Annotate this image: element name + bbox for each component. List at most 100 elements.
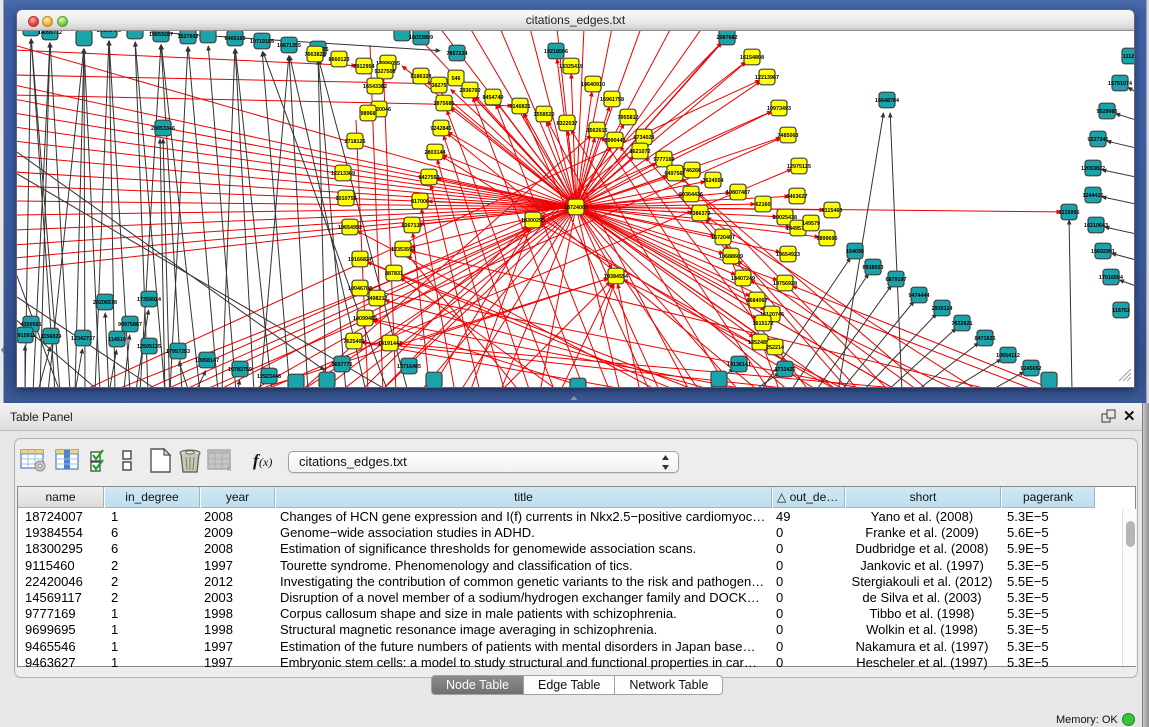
svg-text:12213967: 12213967 [755, 75, 779, 81]
svg-text:116753: 116753 [1112, 308, 1130, 314]
svg-text:3875685: 3875685 [434, 101, 455, 107]
svg-text:10782759: 10782759 [228, 367, 252, 373]
svg-text:90975887: 90975887 [118, 322, 142, 328]
svg-text:1156829: 1156829 [41, 334, 62, 340]
svg-text:8267130: 8267130 [402, 223, 423, 229]
svg-text:13716485: 13716485 [397, 364, 421, 370]
svg-text:14191447: 14191447 [378, 341, 402, 347]
svg-text:98968: 98968 [361, 111, 376, 117]
svg-text:887831: 887831 [385, 271, 403, 277]
svg-text:10958147: 10958147 [195, 358, 219, 364]
svg-text:38275: 38275 [432, 83, 447, 89]
svg-text:8186328: 8186328 [411, 74, 432, 80]
svg-text:16033809: 16033809 [409, 35, 433, 41]
svg-text:746266: 746266 [683, 168, 701, 174]
svg-text:15720407: 15720407 [711, 235, 735, 241]
svg-text:9529986: 9529986 [1097, 109, 1118, 115]
svg-text:12353594: 12353594 [391, 247, 415, 253]
svg-text:9242845: 9242845 [431, 126, 452, 132]
svg-text:3498212: 3498212 [367, 296, 388, 302]
svg-text:7632621: 7632621 [952, 321, 973, 327]
svg-text:10807487: 10807487 [726, 190, 750, 196]
svg-text:14136141: 14136141 [727, 362, 751, 368]
svg-text:9684067: 9684067 [747, 298, 768, 304]
svg-text:17957253: 17957253 [166, 349, 190, 355]
svg-text:10654112: 10654112 [996, 353, 1020, 359]
svg-text:20691406: 20691406 [97, 31, 121, 34]
svg-text:3215955: 3215955 [1059, 210, 1080, 216]
svg-text:16961758: 16961758 [600, 97, 624, 103]
svg-text:18407249: 18407249 [731, 276, 755, 282]
svg-text:10046708: 10046708 [348, 286, 372, 292]
svg-text:1615172: 1615172 [753, 321, 774, 327]
svg-text:20364436: 20364436 [679, 192, 703, 198]
svg-text:6899695: 6899695 [817, 236, 838, 242]
svg-text:18724007: 18724007 [564, 205, 588, 211]
svg-text:1562615: 1562615 [587, 128, 608, 134]
svg-text:8427552: 8427552 [419, 175, 440, 181]
svg-text:20053346: 20053346 [151, 126, 175, 132]
svg-text:817006: 817006 [411, 199, 429, 205]
svg-text:7857234: 7857234 [447, 51, 468, 57]
svg-text:1244415: 1244415 [1083, 193, 1104, 199]
svg-text:9146821: 9146821 [510, 104, 531, 110]
svg-text:17016504: 17016504 [1099, 275, 1123, 281]
svg-text:16210643: 16210643 [1084, 223, 1108, 229]
svg-text:16671355: 16671355 [277, 43, 301, 49]
svg-text:7386372: 7386372 [690, 211, 711, 217]
svg-text:6734028: 6734028 [634, 135, 655, 141]
svg-text:546: 546 [452, 76, 461, 82]
svg-text:20206578: 20206578 [93, 300, 117, 306]
svg-text:2935114: 2935114 [932, 306, 953, 312]
svg-text:6879197: 6879197 [886, 277, 907, 283]
svg-text:10688609: 10688609 [719, 254, 743, 260]
svg-text:18640910: 18640910 [581, 82, 605, 88]
svg-text:7955812: 7955812 [618, 115, 639, 121]
svg-text:7625402: 7625402 [344, 339, 365, 345]
svg-text:12093822: 12093822 [1081, 166, 1105, 172]
svg-text:2087682: 2087682 [717, 35, 738, 41]
svg-text:2803144: 2803144 [425, 150, 446, 156]
svg-text:12975125: 12975125 [787, 164, 811, 170]
svg-text:9327506: 9327506 [375, 69, 396, 75]
svg-text:1621072: 1621072 [630, 149, 651, 155]
svg-text:x: x [227, 463, 232, 473]
svg-text:9245652: 9245652 [1021, 366, 1042, 372]
svg-text:9474444: 9474444 [909, 293, 930, 299]
svg-text:13325419: 13325419 [559, 64, 583, 70]
svg-text:9777169: 9777169 [654, 157, 675, 163]
svg-text:3915911: 3915911 [17, 333, 35, 339]
svg-text:14099485: 14099485 [353, 316, 377, 322]
svg-text:8471626: 8471626 [975, 336, 996, 342]
svg-text:62160: 62160 [756, 202, 771, 208]
svg-text:19166827: 19166827 [348, 257, 372, 263]
svg-text:10653287: 10653287 [149, 32, 173, 38]
svg-text:8938923: 8938923 [863, 265, 884, 271]
svg-text:12505135: 12505135 [137, 344, 161, 350]
svg-text:1733426: 1733426 [775, 367, 796, 373]
svg-text:18300295: 18300295 [521, 218, 545, 224]
svg-text:2718126: 2718126 [345, 139, 366, 145]
svg-text:12213369: 12213369 [331, 171, 355, 177]
svg-text:(x): (x) [259, 455, 272, 469]
svg-text:15692901: 15692901 [1091, 249, 1115, 255]
svg-text:8454749: 8454749 [483, 95, 504, 101]
svg-text:8990443: 8990443 [605, 138, 626, 144]
svg-text:19756928: 19756928 [773, 281, 797, 287]
svg-text:16648784: 16648784 [875, 98, 899, 104]
svg-text:1010755: 1010755 [336, 196, 357, 202]
svg-text:8322037: 8322037 [557, 121, 578, 127]
svg-text:10719185: 10719185 [250, 39, 274, 45]
svg-text:7663822: 7663822 [305, 52, 326, 58]
svg-text:1558520: 1558520 [534, 112, 555, 118]
svg-text:114519: 114519 [108, 337, 126, 343]
svg-text:9227341: 9227341 [1088, 137, 1109, 143]
svg-text:11123: 11123 [1123, 54, 1134, 60]
svg-text:149579: 149579 [802, 221, 820, 227]
svg-text:16543382: 16543382 [363, 84, 387, 90]
svg-text:3624554: 3624554 [703, 178, 724, 184]
svg-text:14055712: 14055712 [38, 31, 62, 36]
svg-text:8660123: 8660123 [329, 57, 350, 63]
svg-text:6466160: 6466160 [225, 36, 246, 42]
svg-text:19218506: 19218506 [544, 49, 568, 55]
